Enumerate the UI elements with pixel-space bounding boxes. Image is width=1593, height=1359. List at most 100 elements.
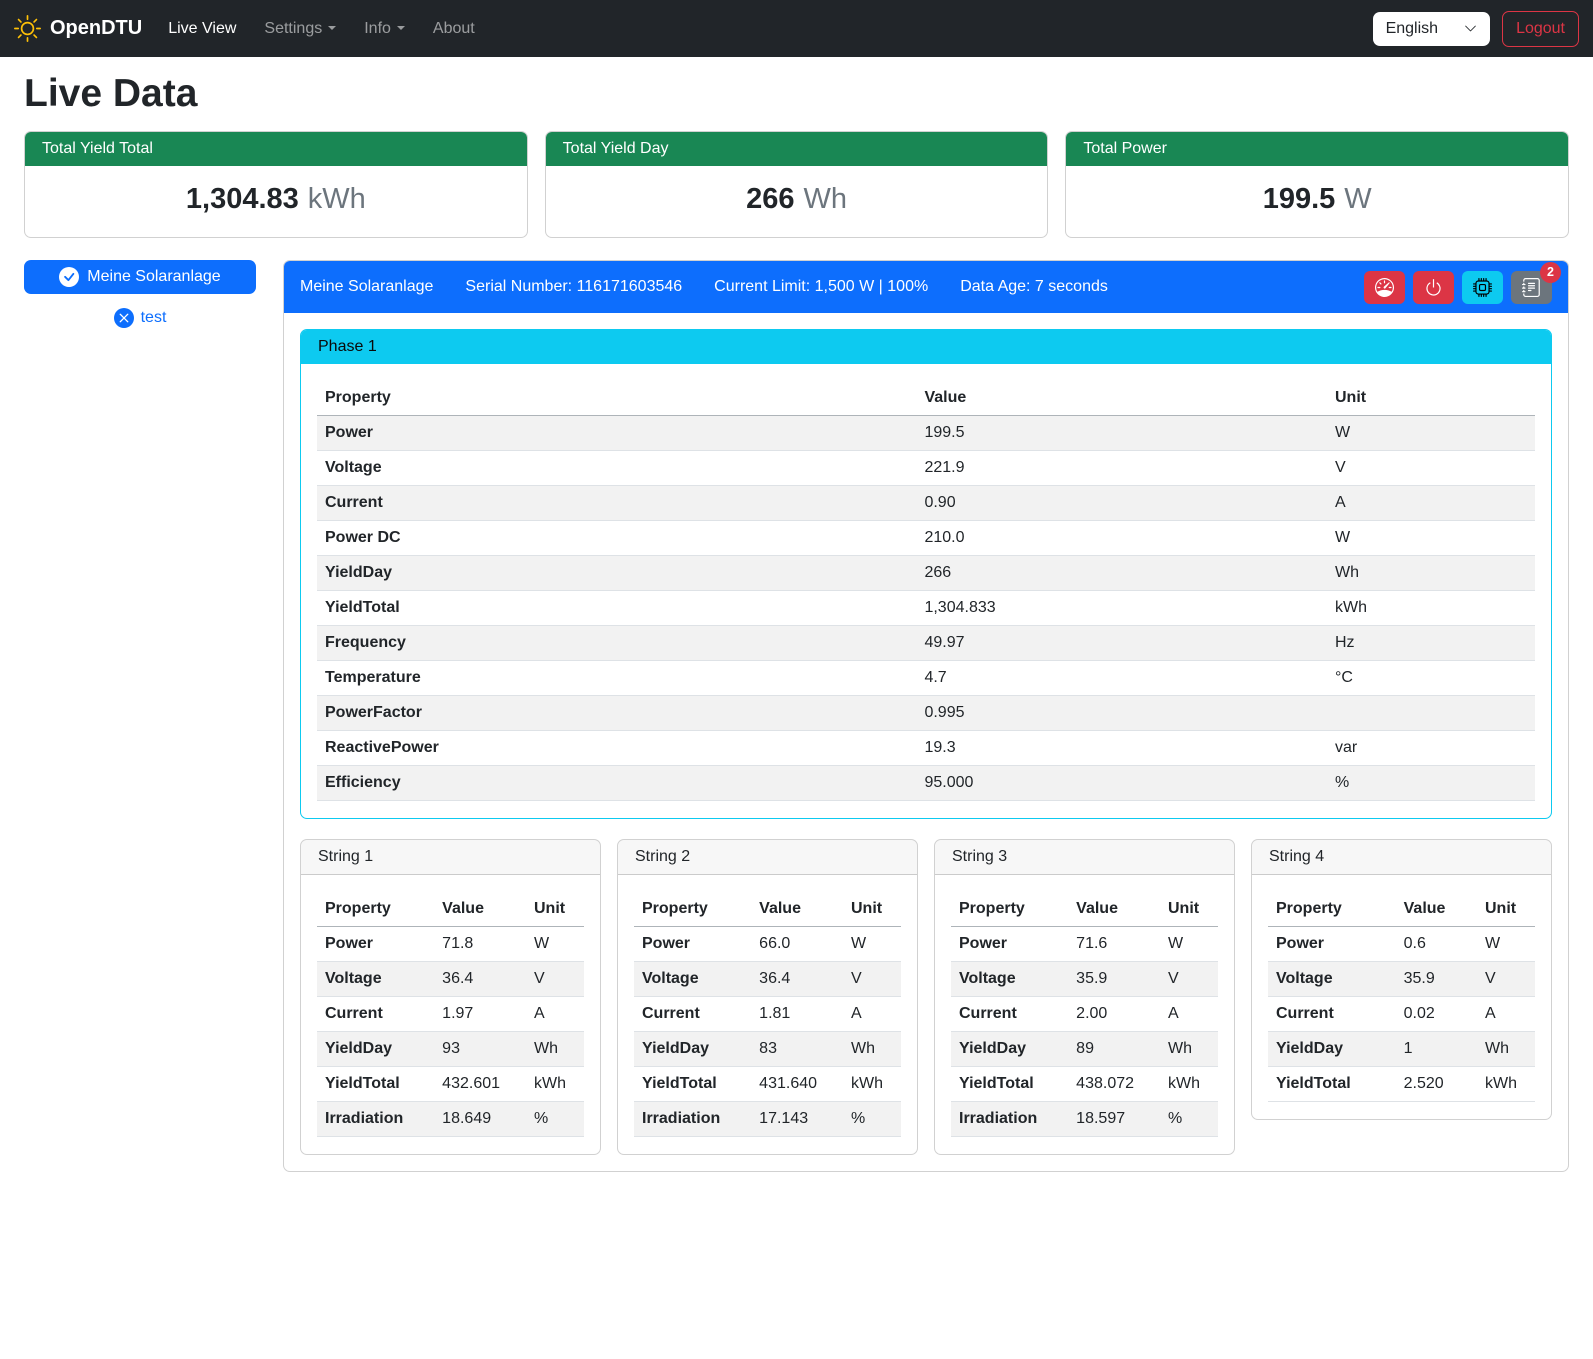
column-property: Property bbox=[1268, 892, 1396, 927]
unit-cell: Wh bbox=[1160, 1032, 1218, 1067]
value-cell: 17.143 bbox=[751, 1102, 843, 1137]
speedometer-icon bbox=[1375, 278, 1394, 297]
nav-right: English Logout bbox=[1373, 11, 1579, 47]
power-icon bbox=[1424, 278, 1443, 297]
table-row: YieldDay 266 Wh bbox=[317, 556, 1535, 591]
unit-cell: Wh bbox=[1319, 556, 1535, 591]
table-row: YieldTotal 438.072 kWh bbox=[951, 1067, 1218, 1102]
property-cell: Voltage bbox=[317, 451, 916, 486]
property-cell: Irradiation bbox=[634, 1102, 751, 1137]
nav-settings[interactable]: Settings bbox=[250, 12, 350, 46]
property-cell: Power bbox=[634, 927, 751, 962]
nav-info[interactable]: Info bbox=[350, 12, 419, 46]
unit-cell: % bbox=[1319, 766, 1535, 801]
property-cell: YieldTotal bbox=[1268, 1067, 1396, 1102]
table-header-row: Property Value Unit bbox=[1268, 892, 1535, 927]
unit-cell: Wh bbox=[526, 1032, 584, 1067]
limit-settings-button[interactable] bbox=[1364, 271, 1405, 304]
summary-card-title: Total Yield Total bbox=[25, 132, 527, 166]
sidebar-item-label: test bbox=[141, 309, 167, 327]
table-row: YieldDay 89 Wh bbox=[951, 1032, 1218, 1067]
string-table: Property Value Unit Power 71.6 W Voltage… bbox=[951, 892, 1218, 1137]
inverter-actions: 2 bbox=[1364, 271, 1552, 304]
nav-live-view[interactable]: Live View bbox=[154, 12, 250, 46]
value-cell: 199.5 bbox=[916, 416, 1319, 451]
property-cell: Current bbox=[1268, 997, 1396, 1032]
chevron-down-icon bbox=[328, 26, 336, 30]
summary-card-total-power: Total Power 199.5W bbox=[1065, 131, 1569, 238]
table-row: Current 2.00 A bbox=[951, 997, 1218, 1032]
value-cell: 0.6 bbox=[1396, 927, 1477, 962]
value-cell: 71.8 bbox=[434, 927, 526, 962]
value-cell: 19.3 bbox=[916, 731, 1319, 766]
property-cell: YieldDay bbox=[317, 556, 916, 591]
unit-cell: V bbox=[1477, 962, 1535, 997]
brand[interactable]: OpenDTU bbox=[14, 15, 142, 42]
column-property: Property bbox=[317, 381, 916, 416]
unit-cell: kWh bbox=[1319, 591, 1535, 626]
nav-info-label: Info bbox=[364, 20, 391, 37]
check-circle-icon bbox=[59, 267, 79, 287]
column-unit: Unit bbox=[526, 892, 584, 927]
nav-about[interactable]: About bbox=[419, 12, 489, 46]
phase-table: Property Value Unit Power 199.5 W Voltag… bbox=[317, 381, 1535, 801]
value-cell: 89 bbox=[1068, 1032, 1160, 1067]
sidebar-item-test[interactable]: test bbox=[24, 308, 256, 328]
unit-cell: % bbox=[1160, 1102, 1218, 1137]
chevron-down-icon bbox=[1464, 22, 1477, 35]
value-cell: 36.4 bbox=[434, 962, 526, 997]
x-circle-icon bbox=[114, 308, 134, 328]
property-cell: Efficiency bbox=[317, 766, 916, 801]
table-row: Current 0.90 A bbox=[317, 486, 1535, 521]
property-cell: Frequency bbox=[317, 626, 916, 661]
value-cell: 2.520 bbox=[1396, 1067, 1477, 1102]
device-info-button[interactable] bbox=[1462, 271, 1503, 304]
property-cell: Current bbox=[317, 486, 916, 521]
property-cell: Power bbox=[1268, 927, 1396, 962]
column-value: Value bbox=[1068, 892, 1160, 927]
property-cell: Current bbox=[317, 997, 434, 1032]
summary-row: Total Yield Total 1,304.83kWh Total Yiel… bbox=[24, 131, 1569, 238]
value-cell: 1,304.833 bbox=[916, 591, 1319, 626]
unit-cell: V bbox=[1160, 962, 1218, 997]
property-cell: Temperature bbox=[317, 661, 916, 696]
summary-value: 1,304.83 bbox=[186, 183, 299, 215]
inverter-card-header: Meine Solaranlage Serial Number: 1161716… bbox=[284, 261, 1568, 313]
table-row: Irradiation 18.597 % bbox=[951, 1102, 1218, 1137]
event-count-badge: 2 bbox=[1540, 262, 1561, 283]
sidebar-item-meine-solaranlage[interactable]: Meine Solaranlage bbox=[24, 260, 256, 294]
unit-cell: W bbox=[1477, 927, 1535, 962]
unit-cell: kWh bbox=[526, 1067, 584, 1102]
property-cell: YieldDay bbox=[634, 1032, 751, 1067]
table-row: YieldTotal 2.520 kWh bbox=[1268, 1067, 1535, 1102]
unit-cell: kWh bbox=[843, 1067, 901, 1102]
table-row: Power 71.8 W bbox=[317, 927, 584, 962]
property-cell: Current bbox=[634, 997, 751, 1032]
language-select[interactable]: English bbox=[1373, 12, 1490, 46]
event-log-button[interactable]: 2 bbox=[1511, 271, 1552, 304]
value-cell: 1.81 bbox=[751, 997, 843, 1032]
unit-cell: V bbox=[1319, 451, 1535, 486]
property-cell: Power DC bbox=[317, 521, 916, 556]
value-cell: 431.640 bbox=[751, 1067, 843, 1102]
property-cell: Irradiation bbox=[317, 1102, 434, 1137]
column-unit: Unit bbox=[1477, 892, 1535, 927]
column-value: Value bbox=[1396, 892, 1477, 927]
value-cell: 49.97 bbox=[916, 626, 1319, 661]
unit-cell: A bbox=[843, 997, 901, 1032]
summary-value: 199.5 bbox=[1263, 183, 1336, 215]
table-row: YieldDay 1 Wh bbox=[1268, 1032, 1535, 1067]
property-cell: Voltage bbox=[1268, 962, 1396, 997]
unit-cell: V bbox=[526, 962, 584, 997]
unit-cell: % bbox=[526, 1102, 584, 1137]
property-cell: YieldTotal bbox=[317, 591, 916, 626]
unit-cell: A bbox=[526, 997, 584, 1032]
string-card: String 1 Property Value Unit Power 71.8 … bbox=[300, 839, 601, 1155]
logout-button[interactable]: Logout bbox=[1502, 11, 1579, 47]
property-cell: Current bbox=[951, 997, 1068, 1032]
table-row: Frequency 49.97 Hz bbox=[317, 626, 1535, 661]
property-cell: Power bbox=[317, 416, 916, 451]
power-settings-button[interactable] bbox=[1413, 271, 1454, 304]
table-row: Power 0.6 W bbox=[1268, 927, 1535, 962]
string-table: Property Value Unit Power 66.0 W Voltage… bbox=[634, 892, 901, 1137]
